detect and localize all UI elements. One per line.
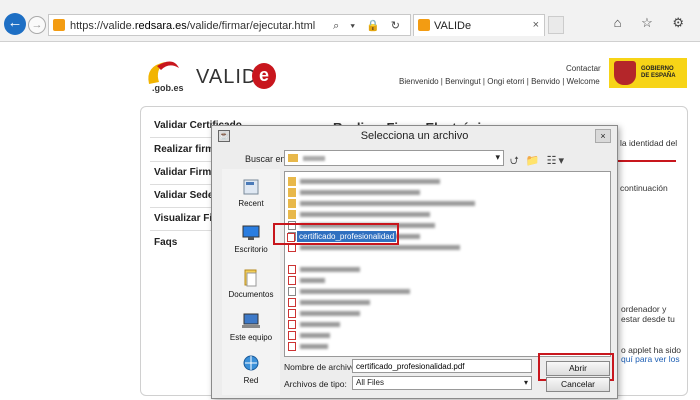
blurred-file-name (300, 344, 328, 349)
desktop-icon (242, 225, 260, 240)
sidebar-item-visualizar-firma[interactable]: Visualizar Fir (154, 213, 216, 224)
folder-icon (288, 199, 296, 208)
sidebar-divider (150, 207, 216, 208)
sidebar-item-realizar-firma[interactable]: Realizar firm (154, 144, 214, 155)
back-button[interactable]: ← (4, 13, 26, 35)
folder-icon (288, 154, 298, 162)
url-prefix: https://valide. (70, 20, 135, 32)
url-domain: redsara.es (134, 20, 187, 32)
folder-icon (288, 210, 296, 219)
pdf-icon (288, 298, 296, 307)
blurred-folder-name (303, 156, 325, 161)
contact-link[interactable]: Contactar (566, 64, 601, 73)
filetype-select[interactable]: All Files ▾ (352, 376, 532, 390)
url-text: https://valide.redsara.es/valide/firmar/… (70, 20, 315, 32)
filetype-value: All Files (356, 378, 385, 387)
highlight-selected-file (273, 223, 399, 245)
blurred-file-name (300, 212, 430, 217)
valide-logo-text[interactable]: VALID (196, 66, 257, 89)
computer-icon (242, 313, 260, 328)
site-favicon-icon (53, 19, 65, 31)
logo-gob-text: .gob.es (152, 83, 184, 93)
place-label: Documentos (228, 290, 274, 299)
place-label: Escritorio (234, 245, 268, 254)
blurred-file-name (300, 267, 360, 272)
blurred-file-name (300, 278, 325, 283)
place-computer[interactable]: Este equipo (222, 312, 280, 342)
pdf-icon (288, 265, 296, 274)
language-links[interactable]: Bienvenido | Benvingut | Ongi etorri | B… (399, 77, 600, 86)
blurred-file-name (300, 289, 410, 294)
address-tools-icons[interactable]: ⌕ ▾ 🔒 ↻ (333, 19, 404, 33)
browser-menu-icons[interactable]: ⌂ ☆ ⚙ (614, 15, 692, 31)
place-label: Este equipo (229, 333, 273, 342)
sidebar-divider (150, 161, 216, 162)
folder-icon (288, 188, 296, 197)
tab-valide[interactable]: VALIDe × (413, 14, 545, 36)
place-recent[interactable]: Recent (222, 178, 280, 208)
tab-favicon-icon (418, 19, 430, 31)
body-text-fragment: ordenador y (621, 304, 667, 314)
filetype-label: Archivos de tipo: (284, 379, 347, 389)
title-underline (618, 160, 676, 162)
place-label: Red (243, 376, 259, 385)
chevron-down-icon: ▾ (523, 378, 528, 387)
pdf-icon (288, 342, 296, 351)
sidebar-item-faqs[interactable]: Faqs (154, 237, 177, 248)
blurred-file-name (300, 179, 440, 184)
gobierno-espana-logo: GOBIERNO DE ESPAÑA (609, 58, 687, 88)
network-icon (243, 355, 259, 371)
look-in-select[interactable]: ▾ (284, 150, 504, 166)
place-desktop[interactable]: Escritorio (222, 224, 280, 254)
dialog-toolbar-icons[interactable]: ⮍ 📁 ☷▾ (510, 152, 566, 171)
tab-close-icon[interactable]: × (533, 19, 539, 31)
blurred-file-name (300, 300, 370, 305)
pdf-icon (288, 320, 296, 329)
new-tab-button[interactable] (548, 16, 564, 34)
place-network[interactable]: Red (222, 355, 280, 385)
cancel-button[interactable]: Cancelar (546, 377, 610, 392)
blurred-file-name (300, 190, 420, 195)
address-bar[interactable]: https://valide.redsara.es/valide/firmar/… (48, 14, 411, 36)
blurred-file-name (300, 333, 330, 338)
documents-icon (244, 269, 257, 287)
file-icon (288, 287, 296, 296)
recent-icon (243, 179, 259, 195)
folder-icon (288, 177, 296, 186)
filename-label: Nombre de archivo: (284, 362, 359, 372)
sidebar-divider (150, 230, 216, 231)
place-documents[interactable]: Documentos (222, 269, 280, 299)
sidebar-divider (150, 184, 216, 185)
body-text-fragment: la identidad del (620, 138, 678, 148)
chevron-down-icon: ▾ (495, 152, 500, 162)
forward-button[interactable]: → (28, 16, 46, 34)
body-text-fragment: continuación (620, 183, 668, 193)
body-text-fragment: estar desde tu (621, 314, 675, 324)
dialog-title: Selecciona un archivo (360, 130, 469, 142)
blurred-file-name (300, 245, 460, 250)
tab-title: VALIDe (434, 20, 472, 32)
sidebar-item-validar-sede[interactable]: Validar Sede (154, 190, 213, 201)
sidebar-divider (150, 137, 216, 138)
valide-logo-e: e (252, 63, 276, 89)
gov-label: GOBIERNO DE ESPAÑA (641, 66, 676, 79)
pdf-icon (288, 331, 296, 340)
file-list[interactable] (284, 171, 611, 357)
dialog-close-button[interactable]: × (595, 129, 611, 143)
sidebar-item-validar-firma[interactable]: Validar Firma (154, 167, 217, 178)
file-chooser-dialog: ☕ Selecciona un archivo × Buscar en: ▾ ⮍… (211, 125, 618, 399)
url-path: /valide/firmar/ejecutar.html (186, 20, 316, 32)
pdf-icon (288, 309, 296, 318)
help-link[interactable]: quí para ver los (621, 354, 680, 364)
look-in-label: Buscar en: (245, 154, 289, 164)
place-label: Recent (238, 199, 264, 208)
coat-of-arms-icon (614, 61, 636, 85)
pdf-icon (288, 276, 296, 285)
filename-input[interactable] (352, 359, 532, 373)
blurred-file-name (300, 322, 340, 327)
browser-toolbar: ← → https://valide.redsara.es/valide/fir… (0, 0, 700, 42)
places-bar: Recent Escritorio Documentos Este equipo… (222, 169, 280, 395)
blurred-file-name (300, 201, 475, 206)
blurred-file-name (300, 311, 360, 316)
